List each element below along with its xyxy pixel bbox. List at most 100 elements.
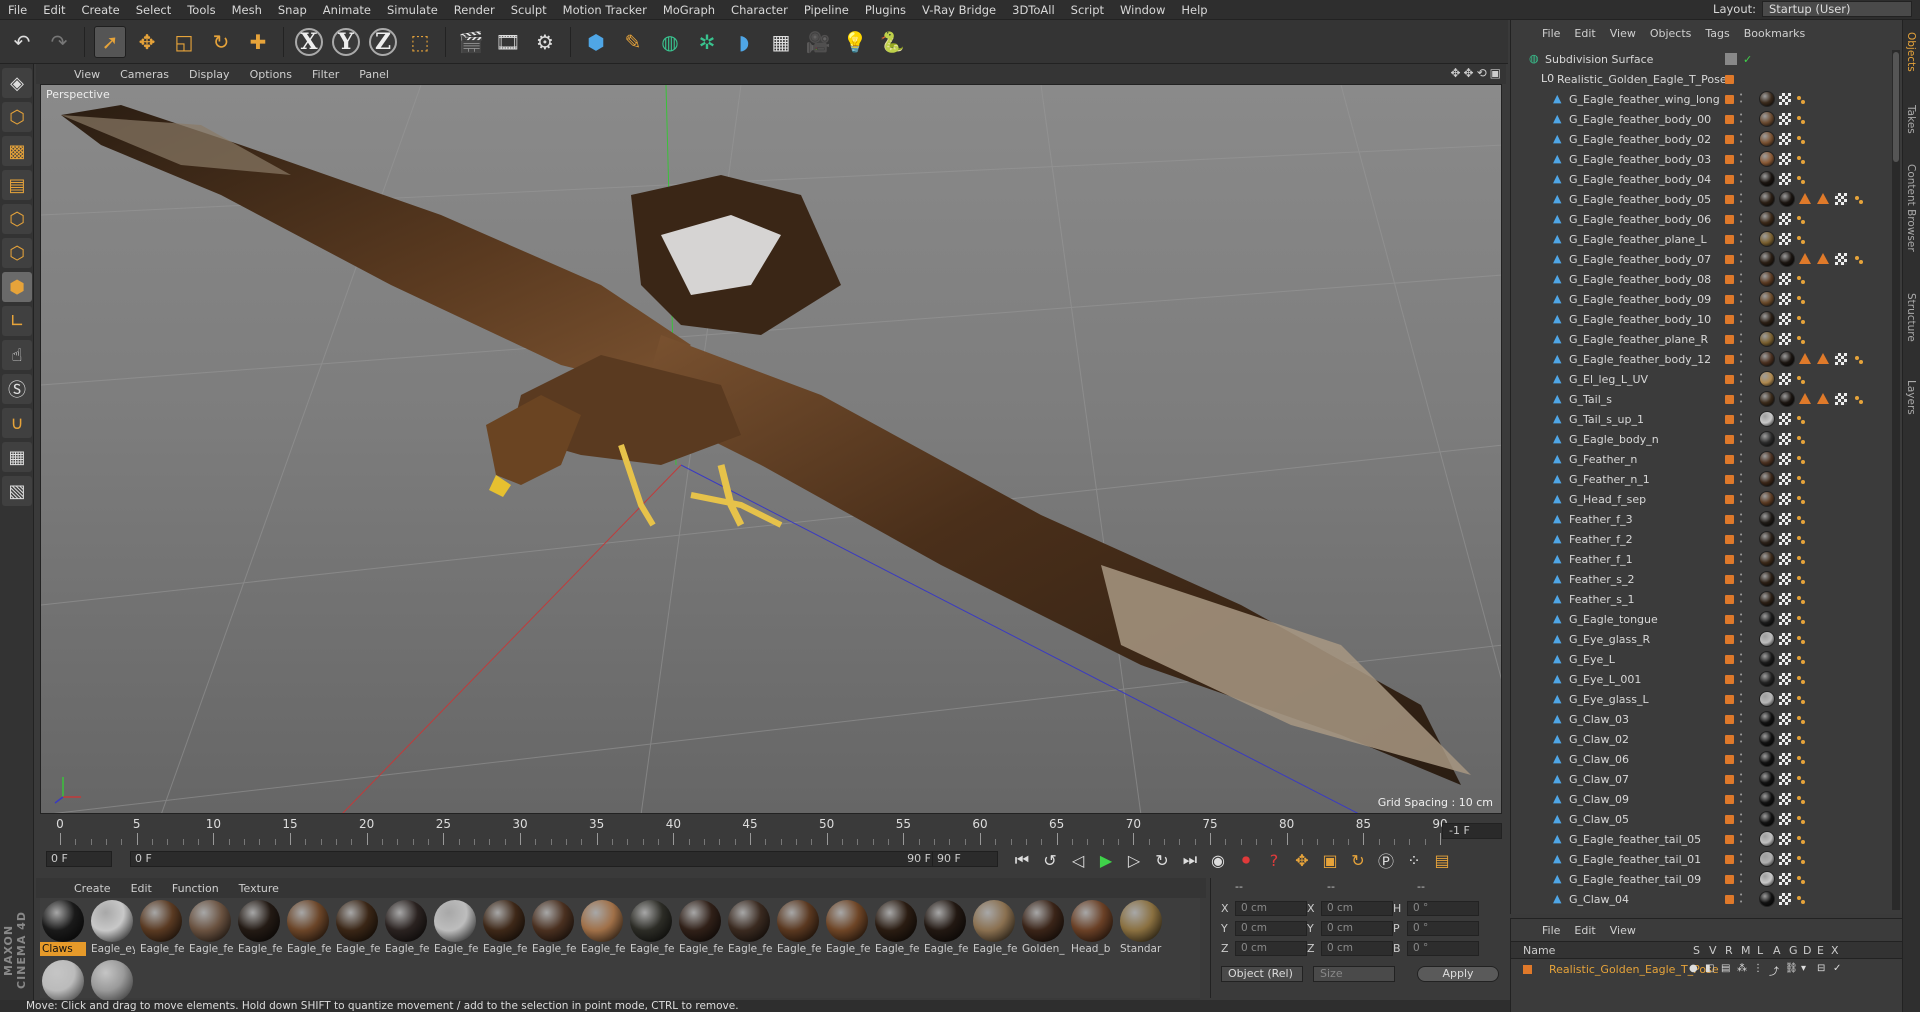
material-tag-icon[interactable]	[1759, 471, 1775, 487]
object-row[interactable]: ▲ G_Eagle_feather_body_08 • •	[1511, 270, 1893, 290]
uvw-tag-icon[interactable]	[1779, 673, 1791, 685]
layer-flag-icon[interactable]: ⊟	[1817, 963, 1825, 974]
camera-icon[interactable]: 🎥	[802, 26, 834, 58]
phong-tag-icon[interactable]	[1797, 416, 1801, 420]
frame-end-field[interactable]: -1 F	[1442, 823, 1502, 839]
layer-color-dot[interactable]	[1725, 435, 1734, 444]
menu-v-ray-bridge[interactable]: V-Ray Bridge	[914, 3, 1004, 17]
material-menu-edit[interactable]: Edit	[121, 882, 162, 895]
material-slot[interactable]: Head_b	[1069, 898, 1115, 956]
layer-color-dot[interactable]	[1725, 295, 1734, 304]
viewport-menu-view[interactable]: View	[64, 68, 110, 81]
phong-tag-icon[interactable]	[1801, 560, 1805, 564]
visibility-dots-icon[interactable]: • •	[1739, 412, 1745, 426]
coord-field[interactable]: 0 °	[1407, 941, 1479, 956]
menu-3dtoall[interactable]: 3DToAll	[1004, 3, 1063, 17]
object-row[interactable]: ▲ G_Eagle_tongue • •	[1511, 610, 1893, 630]
uvw-tag-icon[interactable]	[1779, 893, 1791, 905]
phong-tag-icon[interactable]	[1797, 476, 1801, 480]
visibility-dots-icon[interactable]: • •	[1739, 732, 1745, 746]
material-menu-texture[interactable]: Texture	[229, 882, 289, 895]
material-tag-icon[interactable]	[1759, 271, 1775, 287]
phong-tag-icon[interactable]	[1801, 380, 1805, 384]
material-slot[interactable]: Eagle_fe	[873, 898, 919, 956]
material-slot[interactable]: Claws	[40, 898, 86, 956]
layer-color-dot[interactable]	[1725, 95, 1734, 104]
object-row[interactable]: ▲ G_Eagle_feather_body_09 • •	[1511, 290, 1893, 310]
phong-tag-icon[interactable]	[1797, 496, 1801, 500]
object-menu-view[interactable]: View	[1603, 27, 1643, 40]
phong-tag-icon[interactable]	[1797, 776, 1801, 780]
phong-tag-icon[interactable]	[1801, 540, 1805, 544]
layer-color-dot[interactable]	[1725, 515, 1734, 524]
menu-edit[interactable]: Edit	[35, 3, 73, 17]
phong-tag-icon[interactable]	[1797, 676, 1801, 680]
snap-icon[interactable]: Ⓢ	[2, 374, 32, 404]
layer-color-dot[interactable]	[1725, 315, 1734, 324]
uvw-tag-icon[interactable]	[1779, 573, 1791, 585]
material-slot[interactable]: Eagle_fe	[432, 898, 478, 956]
layer-color-dot[interactable]	[1725, 115, 1734, 124]
phong-tag-icon[interactable]	[1797, 216, 1801, 220]
visibility-dots-icon[interactable]: • •	[1739, 872, 1745, 886]
phong-tag-icon[interactable]	[1797, 836, 1801, 840]
material-slot[interactable]: Eagle_fe	[922, 898, 968, 956]
object-row[interactable]: ▲ G_Eagle_feather_body_06 • •	[1511, 210, 1893, 230]
layer-color-swatch[interactable]	[1523, 965, 1532, 974]
material-tag-icon[interactable]	[1759, 891, 1775, 907]
phong-tag-icon[interactable]	[1797, 636, 1801, 640]
object-row[interactable]: ▲ Feather_f_3 • •	[1511, 510, 1893, 530]
visibility-dots-icon[interactable]: • •	[1739, 272, 1745, 286]
next-frame-icon[interactable]: ▷	[1122, 848, 1146, 872]
max-frame-field[interactable]: 90 F	[932, 851, 998, 867]
layer-color-dot[interactable]	[1725, 415, 1734, 424]
layer-color-dot[interactable]	[1725, 755, 1734, 764]
phong-tag-icon[interactable]	[1801, 580, 1805, 584]
object-row[interactable]: L0 Realistic_Golden_Eagle_T_Pose	[1511, 70, 1893, 90]
workplane-lock-icon[interactable]: ▦	[2, 442, 32, 472]
object-row[interactable]: ▲ Feather_s_2 • •	[1511, 570, 1893, 590]
material-tag-icon[interactable]	[1759, 191, 1775, 207]
object-menu-objects[interactable]: Objects	[1643, 27, 1699, 40]
visibility-dots-icon[interactable]: • •	[1739, 112, 1745, 126]
material-tag-icon[interactable]	[1759, 711, 1775, 727]
render-settings-icon[interactable]: ⚙	[529, 26, 561, 58]
phong-tag-icon[interactable]	[1797, 116, 1801, 120]
enabled-check-icon[interactable]: ✓	[1743, 53, 1752, 66]
viewport-menu-cameras[interactable]: Cameras	[110, 68, 179, 81]
layer-color-dot[interactable]	[1725, 715, 1734, 724]
uvw-tag-icon[interactable]	[1779, 693, 1791, 705]
menu-character[interactable]: Character	[723, 3, 796, 17]
phong-tag-icon[interactable]	[1801, 440, 1805, 444]
material-slot[interactable]: Eagle_fe	[677, 898, 723, 956]
visibility-dots-icon[interactable]: • •	[1739, 452, 1745, 466]
menu-plugins[interactable]: Plugins	[857, 3, 914, 17]
material-tag-icon[interactable]	[1759, 351, 1775, 367]
side-tab-content-browser[interactable]: Content Browser	[1905, 164, 1917, 252]
phong-tag-icon[interactable]	[1801, 840, 1805, 844]
material-slot[interactable]: Eagle_fe	[530, 898, 576, 956]
object-row[interactable]: ▲ G_Eye_glass_L • •	[1511, 690, 1893, 710]
phong-tag-icon[interactable]	[1797, 556, 1801, 560]
sds-weight-tag-icon[interactable]	[1799, 193, 1811, 204]
phong-tag-icon[interactable]	[1801, 600, 1805, 604]
object-menu-bookmarks[interactable]: Bookmarks	[1737, 27, 1812, 40]
object-row[interactable]: ◍ Subdivision Surface ✓	[1511, 50, 1893, 70]
uvw-tag-icon[interactable]	[1779, 793, 1791, 805]
menu-snap[interactable]: Snap	[270, 3, 315, 17]
render-view-icon[interactable]: 🎬	[455, 26, 487, 58]
phong-tag-icon[interactable]	[1797, 656, 1801, 660]
coord-field[interactable]: 0 cm	[1321, 921, 1393, 936]
uvw-tag-icon[interactable]	[1779, 293, 1791, 305]
object-row[interactable]: ▲ Feather_f_2 • •	[1511, 530, 1893, 550]
menu-pipeline[interactable]: Pipeline	[796, 3, 857, 17]
uvw-tag-icon[interactable]	[1779, 453, 1791, 465]
phong-tag-icon[interactable]	[1855, 356, 1859, 360]
object-row[interactable]: ▲ G_Eagle_feather_wing_long • •	[1511, 90, 1893, 110]
object-row[interactable]: ▲ Feather_s_1 • •	[1511, 590, 1893, 610]
phong-tag-icon[interactable]	[1797, 516, 1801, 520]
undo-icon[interactable]: ↶	[6, 26, 38, 58]
uvw-tag-icon[interactable]	[1779, 113, 1791, 125]
visibility-toggle[interactable]	[1725, 53, 1737, 65]
layer-menu-file[interactable]: File	[1535, 924, 1567, 937]
